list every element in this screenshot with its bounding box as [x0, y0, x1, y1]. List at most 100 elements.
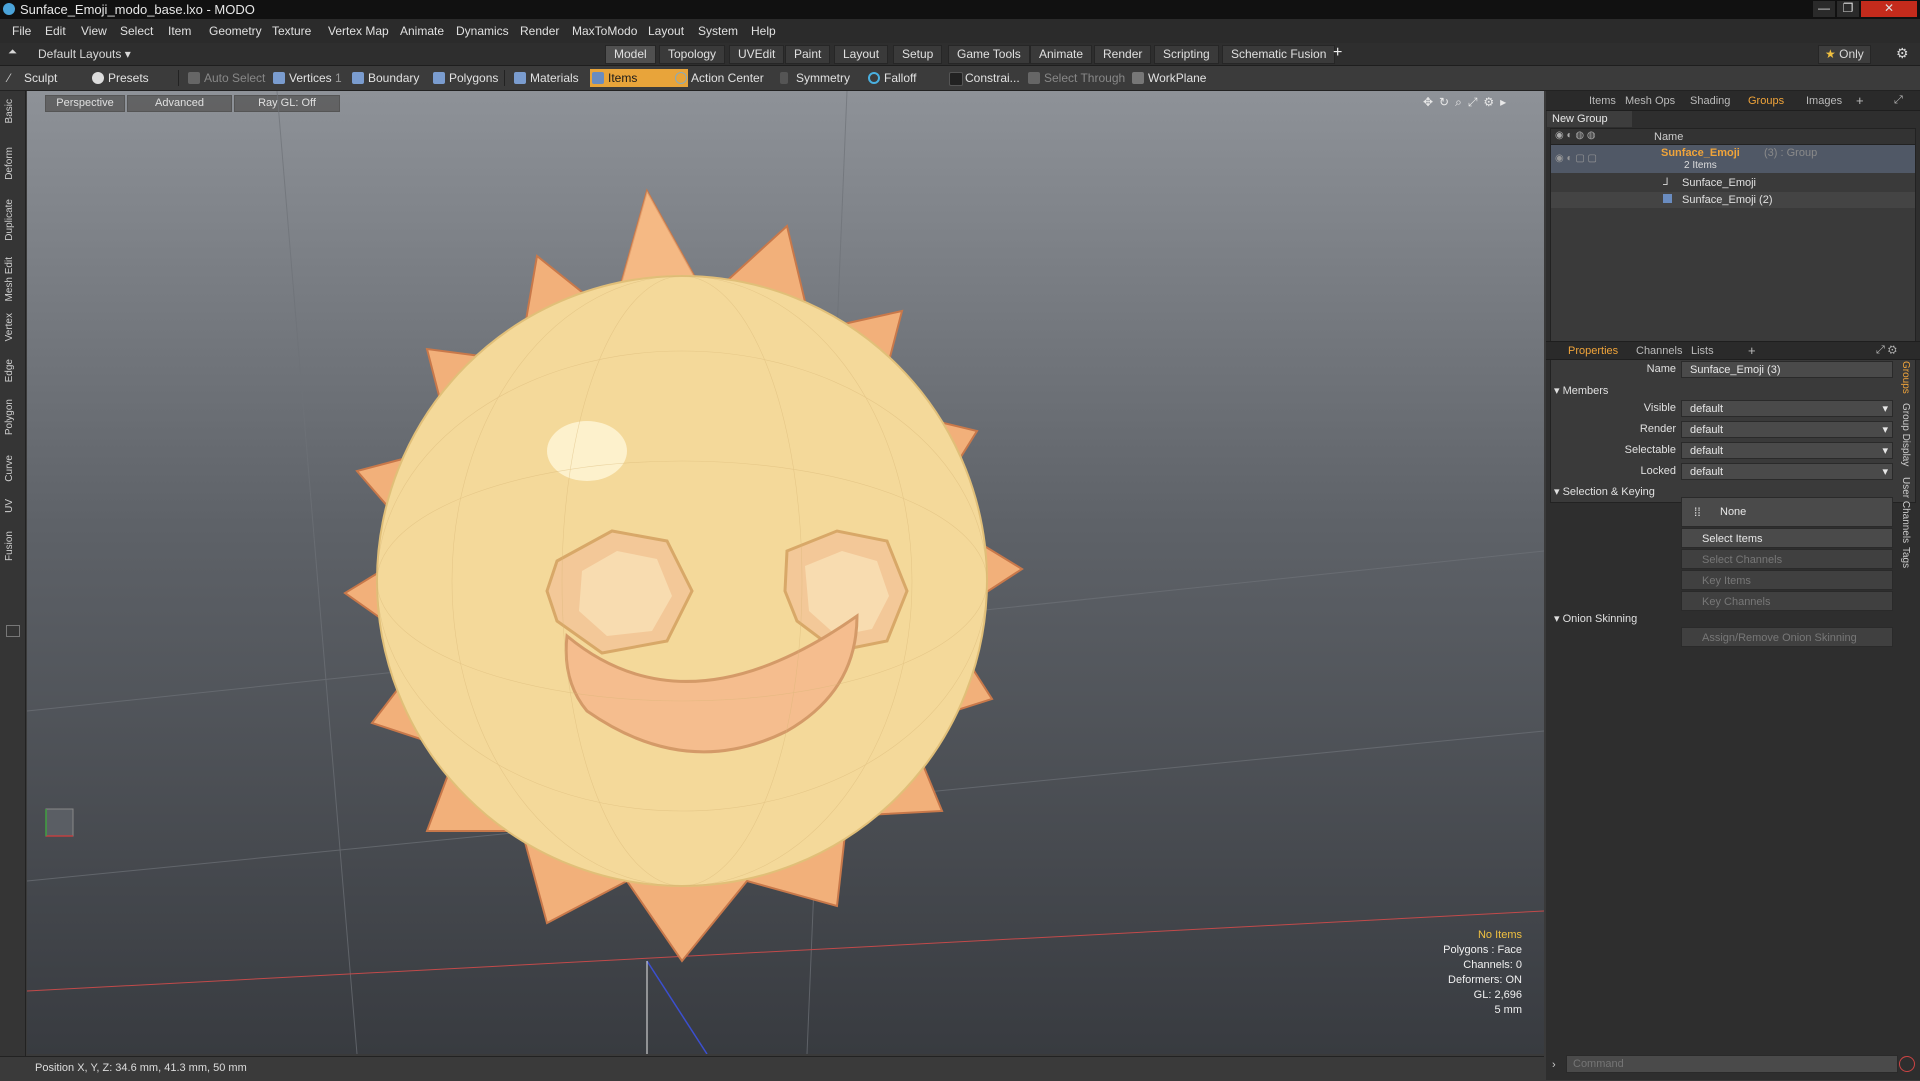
key-channels-button[interactable]: Key Channels: [1681, 591, 1893, 611]
record-icon[interactable]: [1899, 1056, 1915, 1072]
side-tab-groups[interactable]: Groups: [1900, 361, 1911, 394]
side-tab-user-channels[interactable]: User Channels: [1900, 477, 1911, 543]
select-through-button[interactable]: Select Through: [1026, 69, 1125, 87]
select-items-button[interactable]: Select Items: [1681, 528, 1893, 548]
tab-groups[interactable]: Groups: [1748, 95, 1784, 107]
menu-view[interactable]: View: [81, 24, 107, 38]
new-group-button[interactable]: New Group: [1547, 111, 1632, 127]
polygons-button[interactable]: Polygons: [431, 69, 498, 87]
left-tab-vertex[interactable]: Vertex: [4, 313, 20, 341]
tab-schematic-fusion[interactable]: Schematic Fusion: [1222, 45, 1336, 64]
name-field[interactable]: Sunface_Emoji (3): [1681, 361, 1893, 378]
members-section[interactable]: ▾ Members: [1554, 384, 1608, 397]
eye-icon[interactable]: ◉ ◐ ▢ ▢: [1555, 153, 1597, 164]
add-tab-plus[interactable]: +: [1856, 93, 1864, 108]
tab-properties[interactable]: Properties: [1568, 345, 1618, 357]
constraints-button[interactable]: Constrai...: [947, 69, 1020, 87]
sculpt-button[interactable]: ⁄ Sculpt: [6, 69, 94, 87]
symmetry-button[interactable]: Symmetry: [778, 69, 850, 87]
menu-dynamics[interactable]: Dynamics: [456, 24, 509, 38]
tab-mesh-ops[interactable]: Mesh Ops: [1625, 95, 1675, 107]
group-child-row[interactable]: ⅃ Sunface_Emoji: [1551, 175, 1915, 191]
group-row[interactable]: ◉ ◐ ▢ ▢ Sunface_Emoji (3) : Group 2 Item…: [1551, 145, 1915, 173]
command-input[interactable]: [1566, 1055, 1898, 1073]
menu-texture[interactable]: Texture: [272, 24, 311, 38]
tab-lists[interactable]: Lists: [1691, 345, 1714, 357]
tab-channels[interactable]: Channels: [1636, 345, 1682, 357]
tab-setup[interactable]: Setup: [893, 45, 943, 64]
boundary-button[interactable]: Boundary: [350, 69, 419, 87]
left-tab-curve[interactable]: Curve: [4, 455, 20, 482]
expand-panel-icon[interactable]: ⤢: [1894, 94, 1903, 107]
key-items-button[interactable]: Key Items: [1681, 570, 1893, 590]
workplane-button[interactable]: WorkPlane: [1130, 69, 1206, 87]
menu-render[interactable]: Render: [520, 24, 559, 38]
menu-select[interactable]: Select: [120, 24, 153, 38]
add-properties-tab[interactable]: +: [1748, 343, 1756, 358]
render-dropdown[interactable]: default ▾: [1681, 421, 1893, 438]
menu-help[interactable]: Help: [751, 24, 776, 38]
select-channels-button[interactable]: Select Channels: [1681, 549, 1893, 569]
close-button[interactable]: ✕: [1861, 1, 1917, 17]
left-tab-edge[interactable]: Edge: [4, 359, 20, 382]
3d-viewport[interactable]: Perspective Advanced Ray GL: Off ✥↻⌕⤢⚙▸: [27, 91, 1544, 1054]
menu-edit[interactable]: Edit: [45, 24, 66, 38]
tab-items[interactable]: Items: [1589, 95, 1616, 107]
menu-geometry[interactable]: Geometry: [209, 24, 262, 38]
left-tab-basic[interactable]: Basic: [4, 99, 20, 123]
menu-animate[interactable]: Animate: [400, 24, 444, 38]
tab-shading[interactable]: Shading: [1690, 95, 1730, 107]
locked-dropdown[interactable]: default ▾: [1681, 463, 1893, 480]
info-polygons: Polygons : Face: [1443, 944, 1522, 956]
tab-topology[interactable]: Topology: [659, 45, 726, 64]
tab-animate[interactable]: Animate: [1030, 45, 1093, 64]
left-tab-polygon[interactable]: Polygon: [4, 399, 20, 435]
tab-images[interactable]: Images: [1806, 95, 1842, 107]
left-tab-mesh-edit[interactable]: Mesh Edit: [4, 257, 20, 301]
tab-game-tools[interactable]: Game Tools: [948, 45, 1030, 64]
panel-toggle-icon[interactable]: [6, 625, 20, 637]
expand-icon[interactable]: ⤢ ⚙: [1876, 344, 1897, 357]
tab-model[interactable]: Model: [605, 45, 656, 64]
star-icon: ★: [1825, 47, 1836, 61]
onion-skinning-button[interactable]: Assign/Remove Onion Skinning: [1681, 627, 1893, 647]
left-tab-duplicate[interactable]: Duplicate: [4, 199, 20, 241]
vertices-button[interactable]: Vertices 1: [271, 69, 342, 87]
auto-select-button[interactable]: Auto Select: [186, 69, 265, 87]
side-tab-group-display[interactable]: Group Display: [1900, 403, 1911, 466]
tab-layout[interactable]: Layout: [834, 45, 889, 64]
gear-icon[interactable]: ⚙: [1896, 45, 1909, 62]
tab-uvedit[interactable]: UVEdit: [729, 45, 785, 64]
side-tab-tags[interactable]: Tags: [1900, 547, 1911, 568]
onion-skinning-section[interactable]: ▾ Onion Skinning: [1554, 612, 1637, 625]
left-tab-uv[interactable]: UV: [4, 499, 20, 513]
selection-keying-section[interactable]: ▾ Selection & Keying: [1554, 485, 1655, 498]
tab-render[interactable]: Render: [1094, 45, 1152, 64]
tab-scripting[interactable]: Scripting: [1154, 45, 1219, 64]
locked-label: Locked: [1640, 465, 1676, 477]
menu-maxtomodo[interactable]: MaxToModo: [572, 24, 637, 38]
presets-button[interactable]: Presets: [90, 69, 183, 87]
maximize-button[interactable]: ❐: [1837, 1, 1859, 17]
add-tab-button[interactable]: +: [1333, 44, 1342, 62]
selectable-dropdown[interactable]: default ▾: [1681, 442, 1893, 459]
expand-icon[interactable]: ⏶: [8, 46, 17, 59]
minimize-button[interactable]: —: [1813, 1, 1835, 17]
menu-system[interactable]: System: [698, 24, 738, 38]
action-center-button[interactable]: Action Center: [673, 69, 764, 87]
left-tab-fusion[interactable]: Fusion: [4, 531, 20, 561]
none-button[interactable]: ⁞⁞ None: [1681, 497, 1893, 527]
menu-layout[interactable]: Layout: [648, 24, 684, 38]
left-tab-deform[interactable]: Deform: [4, 147, 20, 180]
tab-paint[interactable]: Paint: [785, 45, 831, 64]
layouts-dropdown[interactable]: Default Layouts ▾: [38, 47, 131, 61]
mesh-icon: [1663, 194, 1672, 203]
materials-button[interactable]: Materials: [512, 69, 579, 87]
menu-vertex-map[interactable]: Vertex Map: [328, 24, 389, 38]
menu-item[interactable]: Item: [168, 24, 191, 38]
group-child-row[interactable]: Sunface_Emoji (2): [1551, 192, 1915, 208]
menu-file[interactable]: File: [12, 24, 31, 38]
only-toggle[interactable]: ★ Only: [1818, 45, 1871, 64]
falloff-button[interactable]: Falloff: [866, 69, 916, 87]
visible-dropdown[interactable]: default ▾: [1681, 400, 1893, 417]
